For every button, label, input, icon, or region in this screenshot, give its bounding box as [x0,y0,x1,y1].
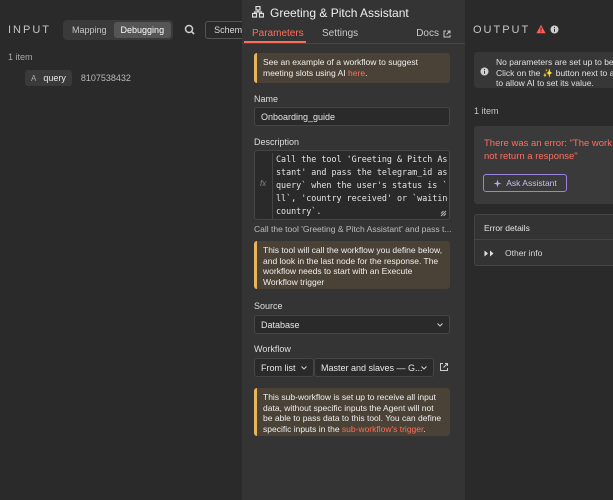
example-notice: See an example of a workflow to suggest … [254,53,450,83]
node-parameters-modal: Greeting & Pitch Assistant Parameters Se… [242,0,465,500]
subworkflow-notice-suffix: . [423,423,426,434]
example-notice-text: See an example of a workflow to suggest … [263,57,418,78]
workflow-notice: This tool will call the workflow you def… [254,241,450,289]
description-label: Description [254,137,300,147]
description-editor[interactable]: fx Call the tool 'Greeting & Pitch Assi s… [254,150,450,220]
workflow-mode-value: From list [261,363,296,373]
notice-line: Click on the ✨ button next to a [496,67,613,78]
input-header: INPUT Mapping Debugging Schema [8,20,257,40]
display-mode-toggle: Mapping Debugging [63,20,174,40]
error-message: There was an error: "The work not return… [484,137,613,163]
description-line: query` when the user's status is `nu [276,180,448,190]
other-info-label: Other info [505,248,543,258]
field-pill[interactable]: A query [25,70,72,86]
open-editor-icon[interactable] [440,210,447,217]
output-items-count: 1 item [474,106,499,116]
tab-parameters[interactable]: Parameters [252,28,304,39]
external-link-icon [443,30,451,37]
modal-title-row: Greeting & Pitch Assistant [251,5,409,20]
error-details-title: Error details [484,223,530,233]
other-info-toggle[interactable]: Other info [484,248,542,258]
error-line: not return a response" [484,151,578,162]
sparkle-icon [493,179,502,187]
example-notice-suffix: . [365,67,368,78]
name-label: Name [254,94,279,104]
name-input[interactable]: Onboarding_guide [254,107,450,126]
description-preview: Call the tool 'Greeting & Pitch Assistan… [254,224,452,234]
example-here-link[interactable]: here [348,68,365,78]
mapping-tab[interactable]: Mapping [65,22,114,38]
modal-tabs: Parameters Settings Docs [242,26,465,44]
input-title: INPUT [8,24,51,36]
tab-settings[interactable]: Settings [322,28,358,39]
ask-assistant-label: Ask Assistant [506,178,557,188]
notice-line: to allow AI to set its value. [496,78,594,88]
description-line: Call the tool 'Greeting & Pitch Assi [276,154,448,164]
workflow-value: Master and slaves — G... [321,363,423,373]
string-type-icon: A [31,73,37,83]
divider [475,239,613,240]
caret-right-icon [484,250,494,256]
error-details-panel: Error details Other info [474,214,613,266]
input-field-row: A query 8107538432 [25,70,131,86]
error-line: There was an error: "The work [484,138,612,149]
ask-assistant-button[interactable]: Ask Assistant [483,174,567,192]
info-icon[interactable] [550,25,559,36]
input-items-count: 1 item [8,52,33,62]
chevron-down-icon [301,366,307,370]
expression-fx-icon: fx [260,179,267,188]
source-value: Database [261,320,300,330]
field-value: 8107538432 [80,73,131,83]
workflow-select[interactable]: Master and slaves — G... [314,358,434,377]
modal-title: Greeting & Pitch Assistant [270,6,409,20]
subworkflow-trigger-link[interactable]: sub-workflow's trigger [342,424,423,434]
chevron-down-icon [437,323,443,327]
notice-line: No parameters are set up to be f [496,57,613,67]
info-icon [480,67,489,79]
warning-icon [536,24,546,36]
input-panel: INPUT Mapping Debugging Schema 1 item A … [0,0,257,500]
subworkflow-notice: This sub-workflow is set up to receive a… [254,388,450,436]
active-tab-underline [244,41,306,43]
source-label: Source [254,301,283,311]
description-line: country`. [276,206,322,216]
description-line: ll`, 'country received' or `waiting_ [276,193,448,203]
workflow-tool-icon [251,5,265,20]
workflow-label: Workflow [254,344,291,354]
source-select[interactable]: Database [254,315,450,334]
search-icon[interactable] [183,23,197,37]
no-parameters-notice: No parameters are set up to be f Click o… [474,52,613,88]
docs-label: Docs [416,28,439,39]
error-card: There was an error: "The work not return… [474,126,613,204]
open-workflow-icon[interactable] [439,362,449,374]
debugging-tab[interactable]: Debugging [113,22,172,38]
chevron-down-icon [421,366,427,370]
output-header: OUTPUT [473,24,559,36]
output-title: OUTPUT [473,24,531,36]
workflow-mode-select[interactable]: From list [254,358,314,377]
field-name: query [43,73,66,83]
description-code: Call the tool 'Greeting & Pitch Assi stan… [272,153,448,219]
docs-link[interactable]: Docs [416,28,451,39]
description-line: stant' and pass the telegram_id as ` [276,167,448,177]
